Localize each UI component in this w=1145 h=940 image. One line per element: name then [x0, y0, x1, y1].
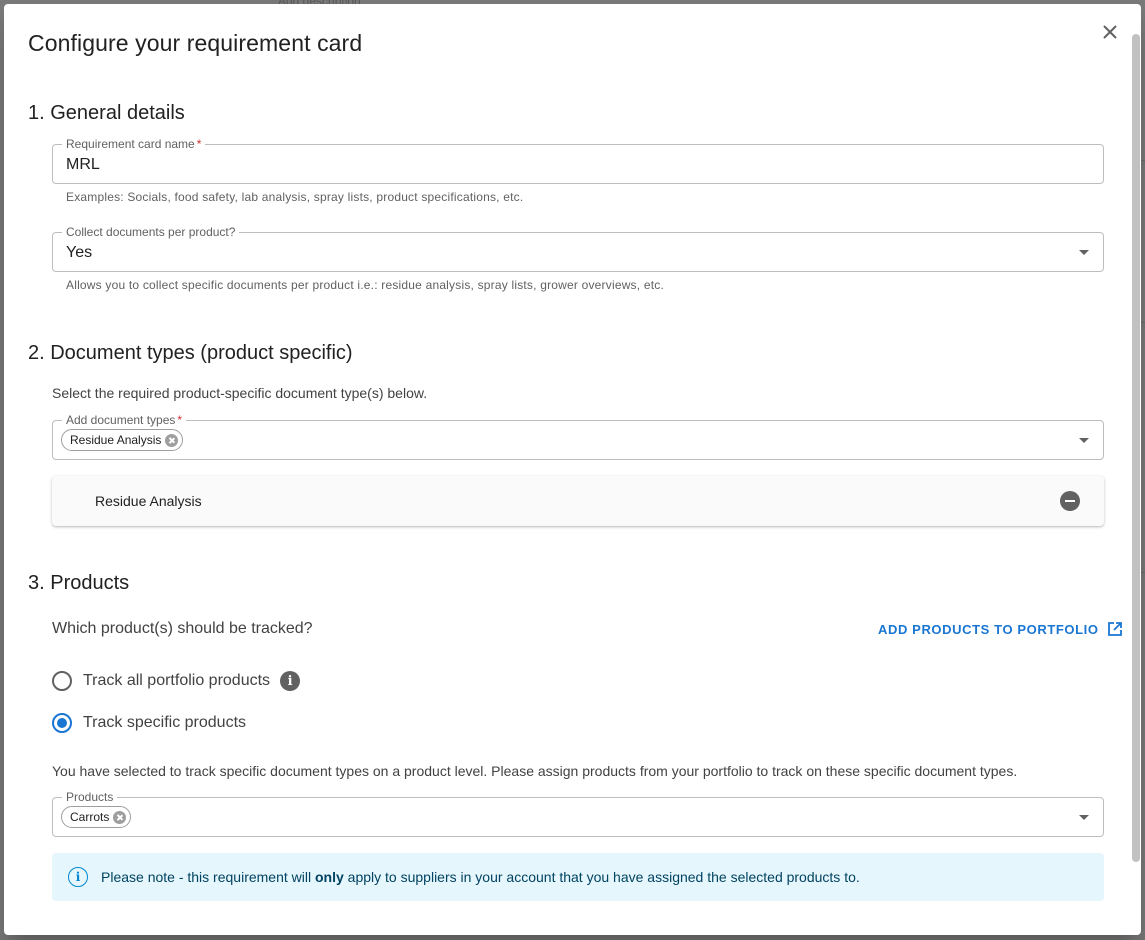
section-document-types-title: 2. Document types (product specific): [28, 342, 353, 364]
radio-button-checked[interactable]: [52, 713, 72, 733]
products-select[interactable]: Products Carrots: [52, 790, 1104, 837]
section-general-details-title: 1. General details: [28, 102, 185, 124]
section-products-title: 3. Products: [28, 572, 130, 594]
radio-track-specific-label: Track specific products: [83, 714, 247, 731]
radio-button-unchecked[interactable]: [52, 671, 72, 691]
collect-documents-label: Collect documents per product?: [62, 225, 240, 239]
chip-carrots[interactable]: Carrots: [61, 806, 132, 828]
chevron-down-icon[interactable]: [1079, 250, 1089, 255]
collect-documents-helper: Allows you to collect specific documents…: [66, 278, 664, 292]
add-document-types-label: Add document types *: [62, 413, 187, 427]
requirement-card-name-input[interactable]: MRL: [66, 156, 100, 174]
info-icon[interactable]: i: [280, 671, 301, 691]
chip-residue-analysis[interactable]: Residue Analysis: [61, 429, 184, 451]
products-label: Products: [62, 790, 118, 804]
requirement-card-name-field[interactable]: Requirement card name * MRL: [52, 137, 1104, 184]
add-products-link-label: ADD PRODUCTS TO PORTFOLIO: [878, 621, 1099, 637]
alert-text: Please note - this requirement will only…: [101, 869, 860, 885]
chip-remove-icon[interactable]: [165, 433, 179, 447]
add-products-to-portfolio-link[interactable]: ADD PRODUCTS TO PORTFOLIO: [878, 621, 1123, 637]
remove-circle-icon[interactable]: [1060, 491, 1080, 511]
info-alert: i Please note - this requirement will on…: [52, 853, 1104, 901]
products-question: Which product(s) should be tracked?: [52, 620, 313, 637]
info-outline-icon: i: [68, 867, 88, 887]
open-in-new-icon: [1107, 622, 1122, 636]
add-document-types-select[interactable]: Add document types * Residue Analysis: [52, 413, 1104, 460]
requirement-card-name-label: Requirement card name *: [62, 137, 206, 151]
radio-track-all-label: Track all portfolio products: [83, 672, 271, 689]
specific-products-note: You have selected to track specific docu…: [52, 763, 1018, 779]
requirement-card-name-helper: Examples: Socials, food safety, lab anal…: [66, 190, 524, 204]
close-icon: [1103, 25, 1117, 39]
chevron-down-icon[interactable]: [1079, 438, 1089, 443]
close-button[interactable]: [1097, 19, 1123, 45]
dialog-title: Configure your requirement card: [28, 30, 363, 56]
collect-documents-value: Yes: [66, 244, 93, 261]
radio-track-all-products[interactable]: Track all portfolio products i: [52, 671, 301, 691]
alert-emphasis: only: [315, 869, 344, 885]
selected-document-row: Residue Analysis: [52, 476, 1104, 526]
chevron-down-icon[interactable]: [1079, 815, 1089, 820]
required-mark: *: [196, 137, 202, 151]
configure-requirement-dialog: Configure your requirement card 1. Gener…: [4, 4, 1141, 935]
radio-track-specific-products[interactable]: Track specific products: [52, 713, 246, 733]
chip-label: Residue Analysis: [70, 433, 162, 447]
selected-document-label: Residue Analysis: [95, 493, 202, 509]
document-types-description: Select the required product-specific doc…: [52, 385, 428, 401]
required-mark: *: [177, 413, 183, 427]
chip-label: Carrots: [70, 810, 110, 824]
dialog-scrollbar[interactable]: [1132, 34, 1140, 862]
chip-remove-icon[interactable]: [113, 810, 127, 824]
collect-documents-select[interactable]: Collect documents per product? Yes: [52, 225, 1104, 272]
